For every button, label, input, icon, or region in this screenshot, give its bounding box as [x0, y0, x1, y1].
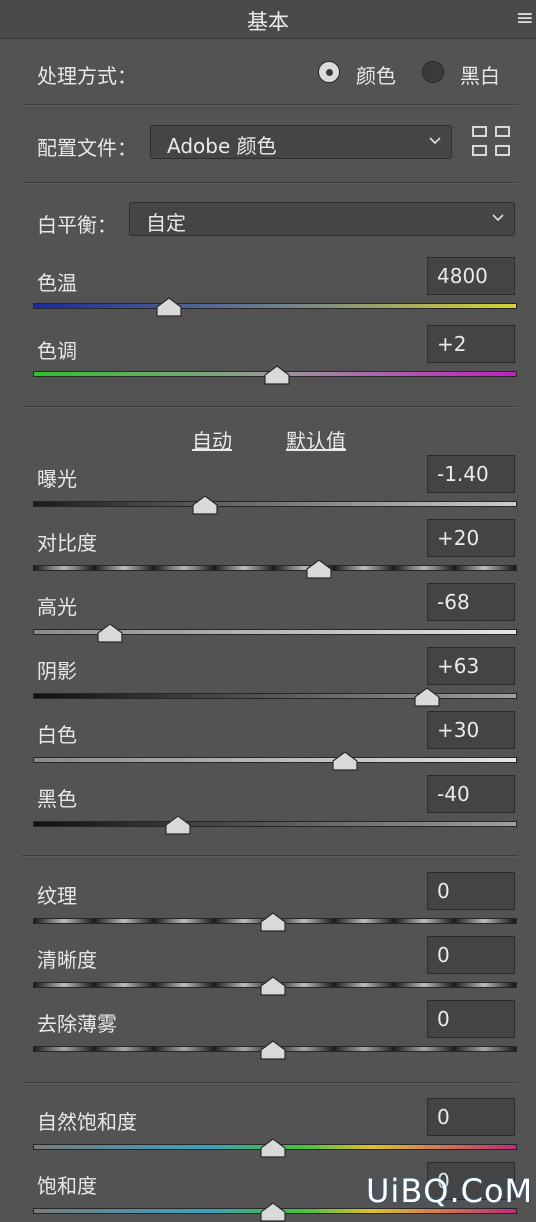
slider-track-blacks[interactable] — [33, 821, 517, 827]
slider-value-input-temp[interactable]: 4800 — [427, 257, 515, 295]
slider-label-highlights: 高光 — [37, 595, 77, 619]
slider-value-input-texture[interactable]: 0 — [427, 872, 515, 910]
slider-thumb-dehaze[interactable] — [259, 1040, 286, 1060]
slider-value-input-shadows[interactable]: +63 — [427, 647, 515, 685]
default-link[interactable]: 默认值 — [286, 425, 346, 454]
slider-label-shadows: 阴影 — [37, 659, 77, 683]
divider — [22, 1082, 518, 1084]
divider — [22, 182, 518, 184]
divider — [22, 104, 518, 106]
slider-thumb-contrast[interactable] — [305, 559, 332, 579]
slider-label-tint: 色调 — [37, 339, 77, 363]
slider-thumb-shadows[interactable] — [414, 687, 441, 707]
divider — [22, 855, 518, 857]
slider-label-texture: 纹理 — [37, 884, 77, 908]
slider-value-input-tint[interactable]: +2 — [427, 325, 515, 363]
panel-header: 基本 ≡ — [0, 0, 536, 39]
profile-select[interactable]: Adobe 颜色 — [150, 125, 452, 159]
slider-value-clarity: 0 — [437, 943, 450, 967]
white-balance-select[interactable]: 自定 — [129, 202, 515, 236]
slider-track-contrast[interactable] — [33, 565, 517, 571]
slider-label-contrast: 对比度 — [37, 531, 97, 555]
slider-value-highlights: -68 — [437, 590, 470, 614]
treatment-color-radio[interactable] — [318, 61, 340, 83]
hamburger-menu-icon[interactable]: ≡ — [516, 6, 534, 31]
slider-value-tint: +2 — [437, 332, 467, 356]
slider-value-input-clarity[interactable]: 0 — [427, 936, 515, 974]
slider-value-texture: 0 — [437, 879, 450, 903]
slider-track-shadows[interactable] — [33, 693, 517, 699]
slider-thumb-vibrance[interactable] — [259, 1138, 286, 1158]
slider-thumb-exposure[interactable] — [192, 495, 218, 515]
treatment-bw-label[interactable]: 黑白 — [460, 60, 500, 89]
slider-thumb-highlights[interactable] — [97, 623, 124, 643]
slider-thumb-tint[interactable] — [264, 365, 291, 385]
chevron-down-icon — [492, 214, 504, 222]
slider-value-input-exposure[interactable]: -1.40 — [427, 455, 515, 493]
slider-label-vibrance: 自然饱和度 — [37, 1110, 137, 1134]
profile-label: 配置文件： — [37, 136, 137, 160]
white-balance-label: 白平衡： — [37, 213, 117, 237]
slider-thumb-temp[interactable] — [155, 297, 182, 317]
slider-track-temp[interactable] — [33, 303, 517, 309]
slider-value-vibrance: 0 — [437, 1105, 450, 1129]
slider-label-temp: 色温 — [37, 271, 77, 295]
treatment-color-label[interactable]: 颜色 — [356, 60, 396, 89]
slider-value-shadows: +63 — [437, 654, 480, 678]
slider-label-clarity: 清晰度 — [37, 948, 97, 972]
slider-value-input-contrast[interactable]: +20 — [427, 519, 515, 557]
slider-value-input-vibrance[interactable]: 0 — [427, 1098, 515, 1136]
treatment-label: 处理方式： — [37, 64, 137, 88]
treatment-bw-radio[interactable] — [422, 61, 444, 83]
slider-value-input-whites[interactable]: +30 — [427, 711, 515, 749]
slider-label-whites: 白色 — [37, 723, 77, 747]
slider-label-blacks: 黑色 — [37, 787, 77, 811]
slider-value-blacks: -40 — [437, 782, 470, 806]
slider-value-input-dehaze[interactable]: 0 — [427, 1000, 515, 1038]
profile-value: Adobe 颜色 — [167, 134, 277, 158]
slider-track-whites[interactable] — [33, 757, 517, 763]
divider — [22, 406, 518, 408]
slider-label-saturation: 饱和度 — [37, 1174, 97, 1198]
chevron-down-icon — [429, 137, 441, 145]
white-balance-value: 自定 — [146, 211, 186, 235]
watermark: UiBQ.CoM — [366, 1172, 534, 1210]
profile-browser-grid-icon[interactable] — [472, 126, 512, 158]
slider-thumb-blacks[interactable] — [165, 815, 191, 835]
panel-title: 基本 — [247, 10, 289, 34]
slider-value-contrast: +20 — [437, 526, 480, 550]
slider-thumb-texture[interactable] — [259, 912, 286, 932]
slider-thumb-clarity[interactable] — [259, 976, 286, 996]
slider-track-exposure[interactable] — [33, 501, 517, 507]
auto-link[interactable]: 自动 — [192, 425, 232, 454]
slider-value-temp: 4800 — [437, 264, 488, 288]
slider-value-whites: +30 — [437, 718, 480, 742]
slider-label-dehaze: 去除薄雾 — [37, 1012, 117, 1036]
slider-value-input-highlights[interactable]: -68 — [427, 583, 515, 621]
slider-value-exposure: -1.40 — [437, 462, 489, 486]
slider-thumb-saturation[interactable] — [259, 1202, 286, 1222]
slider-thumb-whites[interactable] — [332, 751, 358, 771]
slider-value-dehaze: 0 — [437, 1007, 450, 1031]
slider-value-input-blacks[interactable]: -40 — [427, 775, 515, 813]
slider-label-exposure: 曝光 — [37, 467, 77, 491]
